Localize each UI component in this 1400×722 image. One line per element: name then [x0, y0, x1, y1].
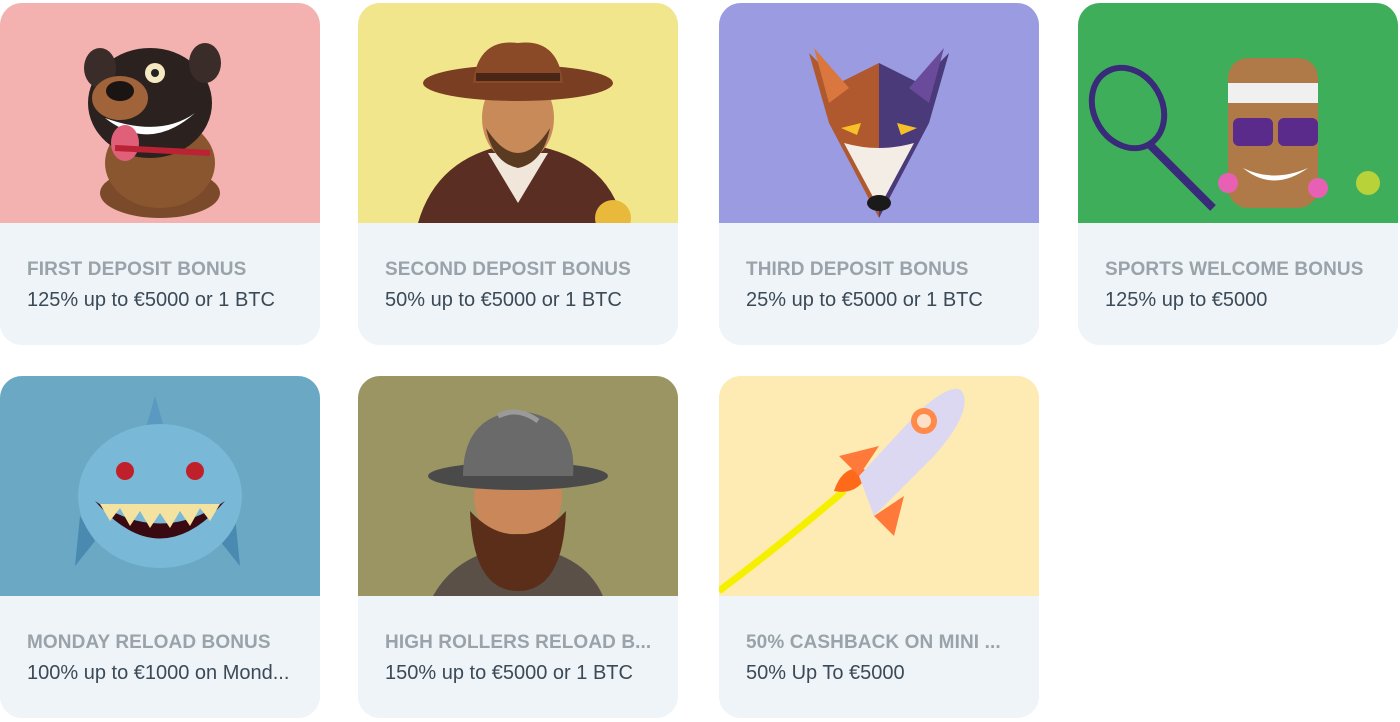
bonus-card-monday-reload[interactable]: MONDAY RELOAD BONUS 100% up to €1000 on … [0, 376, 320, 718]
bonus-art [0, 3, 320, 223]
bonus-art [719, 3, 1039, 223]
bonus-title: SPORTS WELCOME BONUS [1105, 259, 1364, 280]
shark-icon [75, 396, 242, 568]
bonus-card-sports-welcome[interactable]: SPORTS WELCOME BONUS 125% up to €5000 [1078, 3, 1398, 345]
bulldog-icon [84, 43, 221, 218]
bonus-title: MONDAY RELOAD BONUS [27, 632, 271, 653]
bonus-art [358, 376, 678, 596]
bonus-info: 50% CASHBACK ON MINI ... 50% Up To €5000 [719, 596, 1039, 718]
bonus-description: 125% up to €5000 [1105, 289, 1268, 311]
bonus-description: 50% up to €5000 or 1 BTC [385, 289, 622, 311]
bonus-art [0, 376, 320, 596]
bonus-info: THIRD DEPOSIT BONUS 25% up to €5000 or 1… [719, 223, 1039, 345]
bonus-description: 25% up to €5000 or 1 BTC [746, 289, 983, 311]
tiki-tennis-icon [1088, 58, 1380, 211]
bonus-description: 50% Up To €5000 [746, 662, 905, 684]
cowboy-icon [418, 42, 631, 223]
bonus-title: 50% CASHBACK ON MINI ... [746, 632, 1001, 653]
bonus-art [1078, 3, 1398, 223]
bonus-info: FIRST DEPOSIT BONUS 125% up to €5000 or … [0, 223, 320, 345]
bonus-title: SECOND DEPOSIT BONUS [385, 259, 631, 280]
bonus-info: SPORTS WELCOME BONUS 125% up to €5000 [1078, 223, 1398, 345]
bonus-info: SECOND DEPOSIT BONUS 50% up to €5000 or … [358, 223, 678, 345]
bonus-card-high-rollers-reload[interactable]: HIGH ROLLERS RELOAD B... 150% up to €500… [358, 376, 678, 718]
bonus-title: THIRD DEPOSIT BONUS [746, 259, 969, 280]
bonus-info: HIGH ROLLERS RELOAD B... 150% up to €500… [358, 596, 678, 718]
explorer-icon [428, 409, 608, 596]
wolf-icon [809, 48, 949, 218]
bonus-description: 150% up to €5000 or 1 BTC [385, 662, 633, 684]
rocket-icon [719, 388, 965, 594]
bonus-card-third-deposit[interactable]: THIRD DEPOSIT BONUS 25% up to €5000 or 1… [719, 3, 1039, 345]
bonus-info: MONDAY RELOAD BONUS 100% up to €1000 on … [0, 596, 320, 718]
bonus-title: HIGH ROLLERS RELOAD B... [385, 632, 652, 653]
bonus-card-second-deposit[interactable]: SECOND DEPOSIT BONUS 50% up to €5000 or … [358, 3, 678, 345]
bonus-art [358, 3, 678, 223]
bonus-grid: FIRST DEPOSIT BONUS 125% up to €5000 or … [0, 0, 1400, 722]
bonus-card-cashback[interactable]: 50% CASHBACK ON MINI ... 50% Up To €5000 [719, 376, 1039, 718]
bonus-description: 125% up to €5000 or 1 BTC [27, 289, 275, 311]
bonus-card-first-deposit[interactable]: FIRST DEPOSIT BONUS 125% up to €5000 or … [0, 3, 320, 345]
bonus-title: FIRST DEPOSIT BONUS [27, 259, 247, 280]
bonus-description: 100% up to €1000 on Mond... [27, 662, 290, 684]
bonus-art [719, 376, 1039, 596]
